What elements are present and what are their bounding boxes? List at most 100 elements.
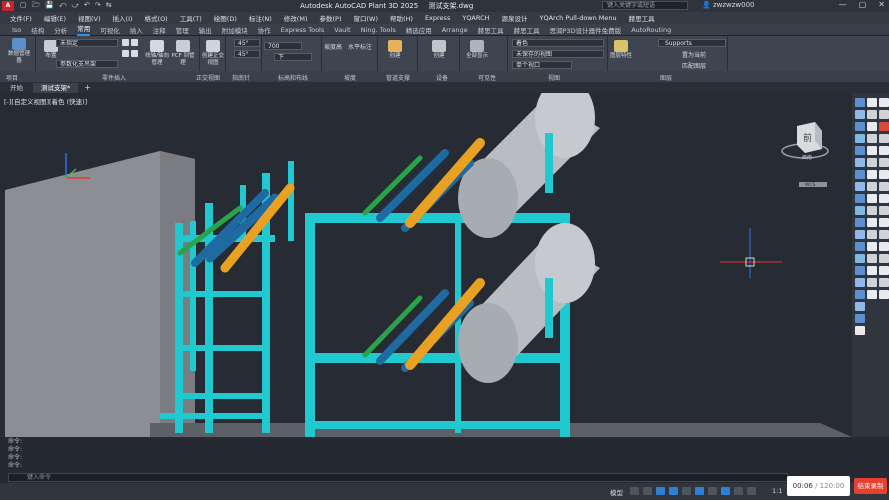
tool-icon-44[interactable] <box>879 170 889 179</box>
label-view[interactable]: 视图 <box>548 73 560 82</box>
menu-yqarch[interactable]: YQARCH <box>462 14 489 22</box>
tool-icon-35[interactable] <box>867 266 877 275</box>
tab-annotate[interactable]: 注释 <box>153 25 166 35</box>
layer-properties-button[interactable]: 图层特性 <box>608 38 634 60</box>
tool-icon-45[interactable] <box>879 182 889 191</box>
viewport-combo[interactable]: 单个视口 <box>512 61 572 69</box>
label-slope[interactable]: 坡度 <box>344 73 356 82</box>
tool-icon-39[interactable] <box>879 110 889 119</box>
tab-autorouting[interactable]: AutoRouting <box>631 26 671 34</box>
saveas-icon[interactable]: ⤺ <box>59 1 66 12</box>
tool-icon-7[interactable] <box>855 170 865 179</box>
flange-icon[interactable] <box>131 50 138 57</box>
tab-start[interactable]: 开始 <box>2 83 31 93</box>
menu-express[interactable]: Express <box>425 14 450 22</box>
tool-icon-8[interactable] <box>855 182 865 191</box>
end-recording-button[interactable]: 结束录制 <box>854 478 887 494</box>
share-icon[interactable]: ⇆ <box>106 1 112 12</box>
menu-help[interactable]: 帮助(H) <box>390 13 413 23</box>
valve-icon[interactable] <box>122 50 129 57</box>
tool-icon-49[interactable] <box>879 230 889 239</box>
menu-dimension[interactable]: 标注(N) <box>249 13 272 23</box>
spool-button[interactable]: 线轴/轴向管理 <box>144 38 170 67</box>
view-state-combo[interactable]: 未保存的视图 <box>512 50 604 58</box>
tool-icon-5[interactable] <box>855 146 865 155</box>
user-account[interactable]: 👤 zwzwzw000 <box>702 1 755 9</box>
tab-current-drawing[interactable]: 测试支架* <box>33 82 79 93</box>
model-space-tab[interactable]: 模型 <box>610 487 623 497</box>
tool-icon-29[interactable] <box>867 194 877 203</box>
create-equipment-button[interactable]: 创建 <box>426 38 452 60</box>
tab-manage[interactable]: 管理 <box>176 25 189 35</box>
set-current-button[interactable]: 置为当前 <box>682 50 706 59</box>
tool-icon-37[interactable] <box>867 290 877 299</box>
tab-insert[interactable]: 插入 <box>130 25 143 35</box>
tool-icon-15[interactable] <box>855 266 865 275</box>
tool-icon-16[interactable] <box>855 278 865 287</box>
tool-icon-17[interactable] <box>855 290 865 299</box>
pcf-button[interactable]: PCF 到管理 <box>170 38 196 67</box>
tab-visualize[interactable]: 可视化 <box>100 25 120 35</box>
otrack-toggle-icon[interactable] <box>695 487 704 495</box>
polar-toggle-icon[interactable] <box>669 487 678 495</box>
tool-icon-30[interactable] <box>867 206 877 215</box>
tool-icon-31[interactable] <box>867 218 877 227</box>
tool-icon-13[interactable] <box>855 242 865 251</box>
search-input[interactable]: 键入关键字或短语 <box>602 1 688 10</box>
tab-iso[interactable]: Iso <box>12 26 21 34</box>
tool-icon-2[interactable] <box>855 110 865 119</box>
menu-file[interactable]: 文件(F) <box>10 13 32 23</box>
new-tab-button[interactable]: + <box>80 83 95 93</box>
tab-analysis[interactable]: 分析 <box>54 25 67 35</box>
tool-icon-11[interactable] <box>855 218 865 227</box>
menu-parametric[interactable]: 参数(P) <box>319 13 341 23</box>
label-equipment[interactable]: 设备 <box>436 73 448 82</box>
menu-yqarch-pulldown[interactable]: YQArch Pull-down Menu <box>540 14 617 22</box>
redo-icon[interactable]: ↷ <box>95 1 101 12</box>
selection-cycle-icon[interactable] <box>734 487 743 495</box>
tool-icon-10[interactable] <box>855 206 865 215</box>
tool-icon-46[interactable] <box>879 194 889 203</box>
data-manager-button[interactable]: 数据管理器 <box>6 36 32 65</box>
tab-vault[interactable]: Vault <box>334 26 350 34</box>
tool-icon-53[interactable] <box>879 278 889 287</box>
tool-icon-51[interactable] <box>879 254 889 263</box>
tab-structure[interactable]: 结构 <box>31 25 44 35</box>
tool-icon-41[interactable] <box>879 134 889 143</box>
match-layer-button[interactable]: 匹配图层 <box>682 61 706 70</box>
tool-icon-23[interactable] <box>867 122 877 131</box>
tool-icon-38[interactable] <box>879 98 889 107</box>
dyn-ucs-icon[interactable] <box>747 487 756 495</box>
new-file-icon[interactable]: ▢ <box>20 1 27 12</box>
tool-icon-47[interactable] <box>879 206 889 215</box>
tool-icon-33[interactable] <box>867 242 877 251</box>
menu-tools[interactable]: 工具(T) <box>180 13 202 23</box>
save-icon[interactable]: 💾 <box>45 1 54 12</box>
label-compass[interactable]: 指南针 <box>232 73 250 82</box>
show-all-button[interactable]: 全部显示 <box>464 38 490 60</box>
ortho-toggle-icon[interactable] <box>656 487 665 495</box>
plot-icon[interactable]: ⤻ <box>72 1 79 12</box>
tool-icon-32[interactable] <box>867 230 877 239</box>
ortho-view-button[interactable]: 创建正交视图 <box>200 38 226 67</box>
label-layer[interactable]: 图层 <box>660 73 672 82</box>
close-icon[interactable]: ✕ <box>878 0 885 9</box>
tab-featured-apps[interactable]: 精选应用 <box>406 25 432 35</box>
tool-icon-42[interactable] <box>879 146 889 155</box>
minimize-icon[interactable]: — <box>839 0 847 9</box>
layer-combo[interactable]: _Supports <box>658 39 726 47</box>
slope-value[interactable]: 水平标注 <box>348 42 372 51</box>
label-support[interactable]: 管道支撑 <box>386 73 410 82</box>
tool-icon-21[interactable] <box>867 98 877 107</box>
tab-arrange[interactable]: Arrange <box>442 26 468 34</box>
lineweight-toggle-icon[interactable] <box>708 487 717 495</box>
model-viewport[interactable]: 前 西南 WCS [-][自定义视图][着色 (快速)] <box>0 93 852 437</box>
angle-combo-2[interactable]: 45° <box>234 50 260 58</box>
tool-icon-18[interactable] <box>855 302 865 311</box>
tab-collaborate[interactable]: 协作 <box>258 25 271 35</box>
label-visibility[interactable]: 可见性 <box>478 73 496 82</box>
tool-icon-43[interactable] <box>879 158 889 167</box>
maximize-icon[interactable]: ▢ <box>859 0 867 9</box>
command-input[interactable]: 键入命令 <box>8 473 788 482</box>
label-ortho[interactable]: 正交视图 <box>196 73 220 82</box>
